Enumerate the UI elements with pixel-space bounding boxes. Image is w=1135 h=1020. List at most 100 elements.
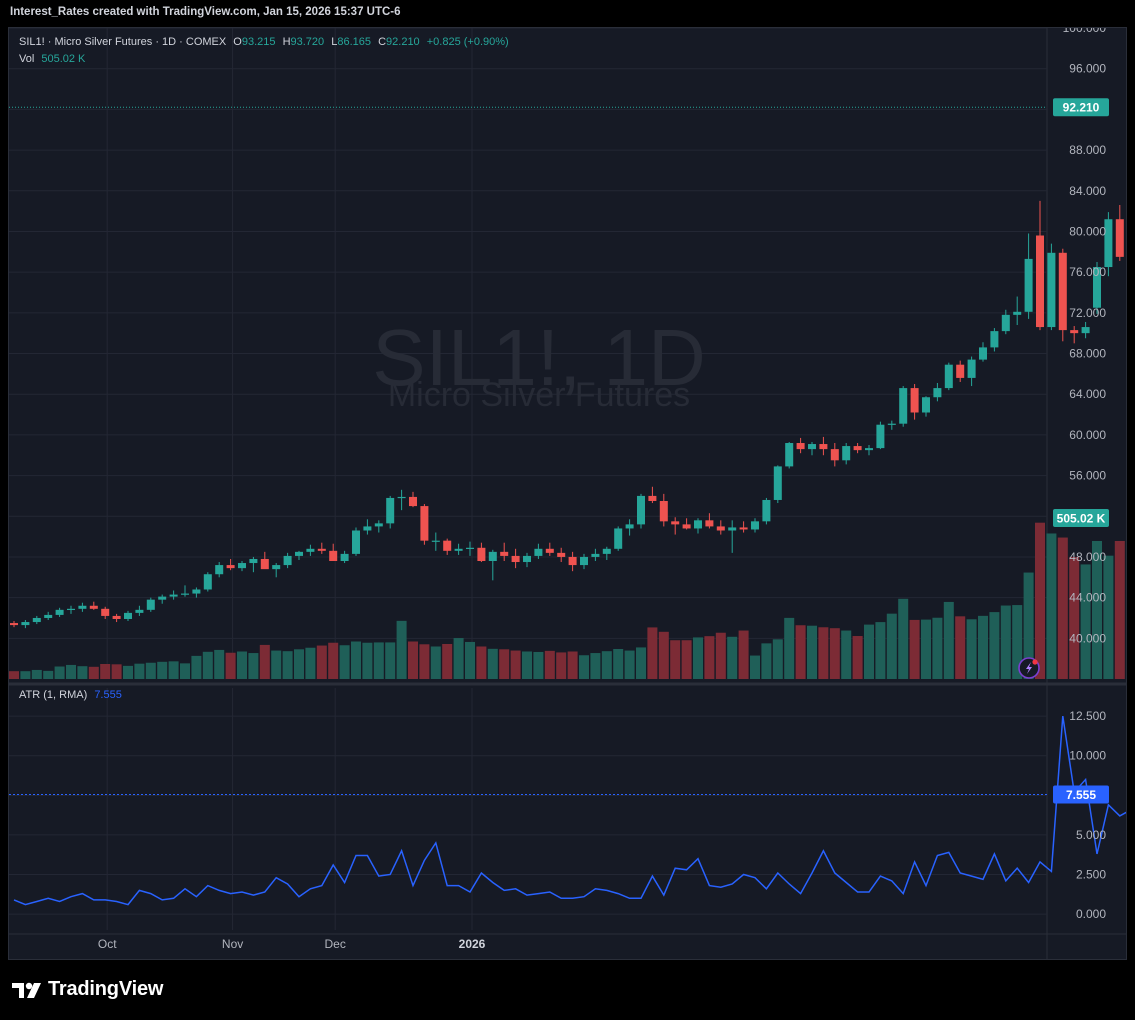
chart-frame[interactable]: SIL1!, 1D Micro Silver Futures 100.000 96… xyxy=(8,27,1127,960)
last-volume-badge: 505.02 K xyxy=(1057,512,1106,526)
volume-bar xyxy=(978,615,988,679)
volume-bar xyxy=(145,662,156,679)
candle-body xyxy=(1024,258,1033,312)
volume-bar xyxy=(852,636,863,679)
chart-header-title: Interest_Rates created with TradingView.… xyxy=(10,6,401,18)
lightning-icon[interactable] xyxy=(1018,657,1040,679)
candle-body xyxy=(739,527,748,530)
volume-bar xyxy=(1126,546,1127,679)
volume-bar xyxy=(237,651,247,679)
candle-body xyxy=(32,617,41,623)
volume-bar xyxy=(704,636,715,679)
candle-body xyxy=(101,608,110,616)
candle-body xyxy=(192,589,201,594)
candle-body xyxy=(1047,252,1056,328)
candle-body xyxy=(21,622,30,626)
volume-bar xyxy=(31,669,42,679)
candle-body xyxy=(591,553,600,557)
candle-body xyxy=(625,524,634,529)
price-tick-label: 100.000 xyxy=(1063,28,1107,35)
candle-body xyxy=(249,558,258,564)
high-value: 93.720 xyxy=(290,36,325,48)
price-legend[interactable]: SIL1! · Micro Silver Futures · 1D · COME… xyxy=(19,36,513,48)
candle-body xyxy=(910,388,919,413)
volume-bar xyxy=(191,655,202,679)
atr-tick-label: 0.000 xyxy=(1076,907,1106,921)
candle-body xyxy=(648,495,657,501)
candle-body xyxy=(545,548,554,553)
candle-body xyxy=(933,388,942,398)
volume-bar xyxy=(20,671,31,679)
candle-body xyxy=(10,623,18,626)
candle-body xyxy=(705,520,714,527)
symbol-description[interactable]: SIL1! · Micro Silver Futures · 1D · COME… xyxy=(19,36,226,48)
tradingview-logo[interactable]: TradingView xyxy=(12,978,163,1001)
volume-bar xyxy=(1057,537,1068,679)
volume-bar xyxy=(522,651,532,679)
volume-bar xyxy=(442,643,453,679)
volume-bar xyxy=(77,666,88,679)
volume-bar xyxy=(465,641,475,679)
candle-body xyxy=(283,555,292,566)
close-label: C xyxy=(378,36,387,48)
volume-bar xyxy=(419,644,430,679)
volume-bar xyxy=(373,642,384,679)
candle-body xyxy=(580,556,588,566)
volume-bar xyxy=(499,649,510,679)
candle-body xyxy=(89,605,98,609)
price-badges: 92.210 505.02 K 7.555 xyxy=(1053,98,1109,804)
volume-bar xyxy=(898,598,909,679)
price-tick-label: 64.000 xyxy=(1069,387,1106,401)
volume-bar xyxy=(544,650,555,679)
volume-bar xyxy=(624,650,635,679)
atr-series-line xyxy=(13,715,1126,906)
time-axis[interactable]: Oct Nov Dec 2026 xyxy=(98,937,486,951)
candle-body xyxy=(830,449,839,461)
volume-bar xyxy=(818,627,829,679)
price-tick-label: 72.000 xyxy=(1069,306,1106,320)
volume-bar xyxy=(476,646,487,679)
price-tick-label: 56.000 xyxy=(1069,469,1106,483)
candle-body xyxy=(295,551,303,556)
volume-legend[interactable]: Vol 505.02 K xyxy=(19,53,89,65)
candle-body xyxy=(317,548,326,551)
candle-body xyxy=(568,556,577,566)
candle-body xyxy=(374,523,383,527)
volume-bar xyxy=(601,651,612,679)
candle-body xyxy=(238,563,246,569)
volume-bar xyxy=(43,670,54,679)
volume-bar xyxy=(157,661,168,679)
candle-body xyxy=(922,397,930,413)
candle-body xyxy=(842,446,851,461)
open-label: O xyxy=(233,36,242,48)
candle-body xyxy=(1070,330,1079,334)
volume-bar xyxy=(100,663,111,679)
candle-body xyxy=(1001,314,1010,332)
candle-body xyxy=(340,553,349,562)
volume-bar xyxy=(807,625,817,679)
candle-body xyxy=(44,614,53,618)
candle-body xyxy=(751,521,759,530)
candle-body xyxy=(329,550,338,562)
candle-body xyxy=(1036,235,1044,328)
volume-bar xyxy=(294,649,304,679)
volume-bar xyxy=(123,665,133,679)
candle-body xyxy=(682,524,691,529)
chart-canvas[interactable]: SIL1!, 1D Micro Silver Futures 100.00096… xyxy=(9,28,1127,960)
volume-bar xyxy=(955,616,966,679)
candle-body xyxy=(534,548,543,556)
volume-bar xyxy=(305,647,316,679)
candle-body xyxy=(112,615,121,619)
volume-bar xyxy=(556,652,567,679)
volume-bar xyxy=(225,652,236,679)
candle-body xyxy=(557,552,566,557)
volume-bar xyxy=(111,664,122,679)
atr-legend[interactable]: ATR (1, RMA) 7.555 xyxy=(19,689,126,701)
candle-body xyxy=(226,565,235,569)
volume-bar xyxy=(66,664,76,679)
volume-bar xyxy=(510,650,521,679)
candle-body xyxy=(865,448,873,451)
high-label: H xyxy=(282,36,291,48)
volume-bar xyxy=(738,630,749,679)
candle-body xyxy=(135,609,144,613)
